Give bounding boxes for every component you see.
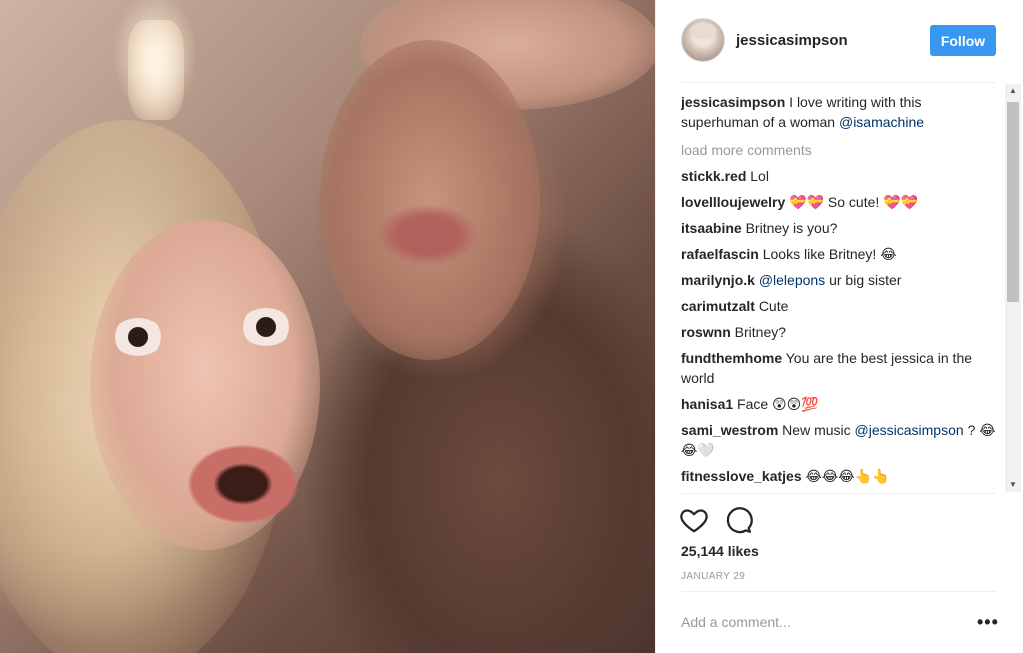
add-comment-input[interactable] — [681, 608, 961, 636]
comments-list[interactable]: jessicasimpson I love writing with this … — [681, 92, 1003, 490]
actions-divider — [681, 493, 996, 494]
comment-row: fundthemhome You are the best jessica in… — [681, 348, 1003, 388]
comment-text: Britney is you? — [745, 220, 838, 236]
scroll-down-arrow-icon[interactable]: ▼ — [1005, 478, 1021, 492]
mouth-right — [378, 205, 478, 265]
comment-username[interactable]: stickk.red — [681, 168, 746, 184]
comment-text: New music — [782, 422, 851, 438]
likes-count[interactable]: 25,144 likes — [681, 543, 759, 559]
comment-username[interactable]: itsaabine — [681, 220, 742, 236]
comment-row: itsaabine Britney is you? — [681, 218, 1003, 238]
comment-text: Looks like Britney! 😂 — [762, 246, 897, 262]
post-sidebar: jessicasimpson Follow jessicasimpson I l… — [655, 0, 1023, 653]
scroll-up-arrow-icon[interactable]: ▲ — [1005, 84, 1021, 98]
comment-divider — [681, 591, 996, 592]
comment-bubble-icon[interactable] — [723, 505, 753, 535]
comment-username[interactable]: marilynjo.k — [681, 272, 755, 288]
load-more-comments[interactable]: load more comments — [681, 140, 1003, 160]
comment-mention[interactable]: @jessicasimpson — [855, 422, 964, 438]
comment-username[interactable]: fitnesslove_katjes — [681, 468, 802, 484]
comment-text: 💝💝 So cute! 💝💝 — [789, 194, 919, 210]
header-divider — [681, 82, 996, 83]
comment-text: 😂😂😂👆👆 — [805, 468, 890, 484]
post-date: JANUARY 29 — [681, 571, 746, 582]
comment-username[interactable]: fundthemhome — [681, 350, 782, 366]
post-photo[interactable] — [0, 0, 655, 653]
comments-scrollbar[interactable]: ▲ ▼ — [1005, 84, 1021, 492]
comment-row: marilynjo.k @lelepons ur big sister — [681, 270, 1003, 290]
comment-row: sami_westrom New music @jessicasimpson ?… — [681, 420, 1003, 460]
comment-username[interactable]: roswnn — [681, 324, 731, 340]
comment-username[interactable]: sami_westrom — [681, 422, 778, 438]
comment-text: Britney? — [734, 324, 787, 340]
eye-left — [112, 318, 164, 356]
caption-mention[interactable]: @isamachine — [839, 114, 924, 130]
comment-username[interactable]: carimutzalt — [681, 298, 755, 314]
mouth-left — [188, 445, 298, 523]
face-right — [320, 40, 540, 360]
comment-username[interactable]: rafaelfascin — [681, 246, 759, 262]
avatar[interactable] — [681, 18, 725, 62]
comment-row: rafaelfascin Looks like Britney! 😂 — [681, 244, 1003, 264]
comment-row: lovellloujewelry 💝💝 So cute! 💝💝 — [681, 192, 1003, 212]
heart-icon[interactable] — [679, 505, 709, 535]
caption: jessicasimpson I love writing with this … — [681, 92, 1003, 132]
caption-username[interactable]: jessicasimpson — [681, 94, 785, 110]
comment-row: carimutzalt Cute — [681, 296, 1003, 316]
more-options-icon[interactable]: ••• — [977, 612, 999, 632]
comment-username[interactable]: lovellloujewelry — [681, 194, 785, 210]
comment-text: ur big sister — [829, 272, 902, 288]
header-username[interactable]: jessicasimpson — [736, 32, 848, 49]
wall-lamp — [128, 20, 184, 120]
comment-row: hanisa1 Face 😲😲💯 — [681, 394, 1003, 414]
comment-text: Lol — [750, 168, 769, 184]
comment-text: Face 😲😲💯 — [737, 396, 819, 412]
comment-row: fitnesslove_katjes 😂😂😂👆👆 — [681, 466, 1003, 486]
follow-button[interactable]: Follow — [930, 25, 996, 56]
comment-text: Cute — [758, 298, 789, 314]
comment-username[interactable]: hanisa1 — [681, 396, 733, 412]
comment-row: roswnn Britney? — [681, 322, 1003, 342]
post-header: jessicasimpson Follow — [656, 0, 1023, 82]
scroll-thumb[interactable] — [1007, 102, 1019, 302]
comment-mention[interactable]: @lelepons — [759, 272, 825, 288]
eye-right — [240, 308, 292, 346]
comment-row: stickk.red Lol — [681, 166, 1003, 186]
